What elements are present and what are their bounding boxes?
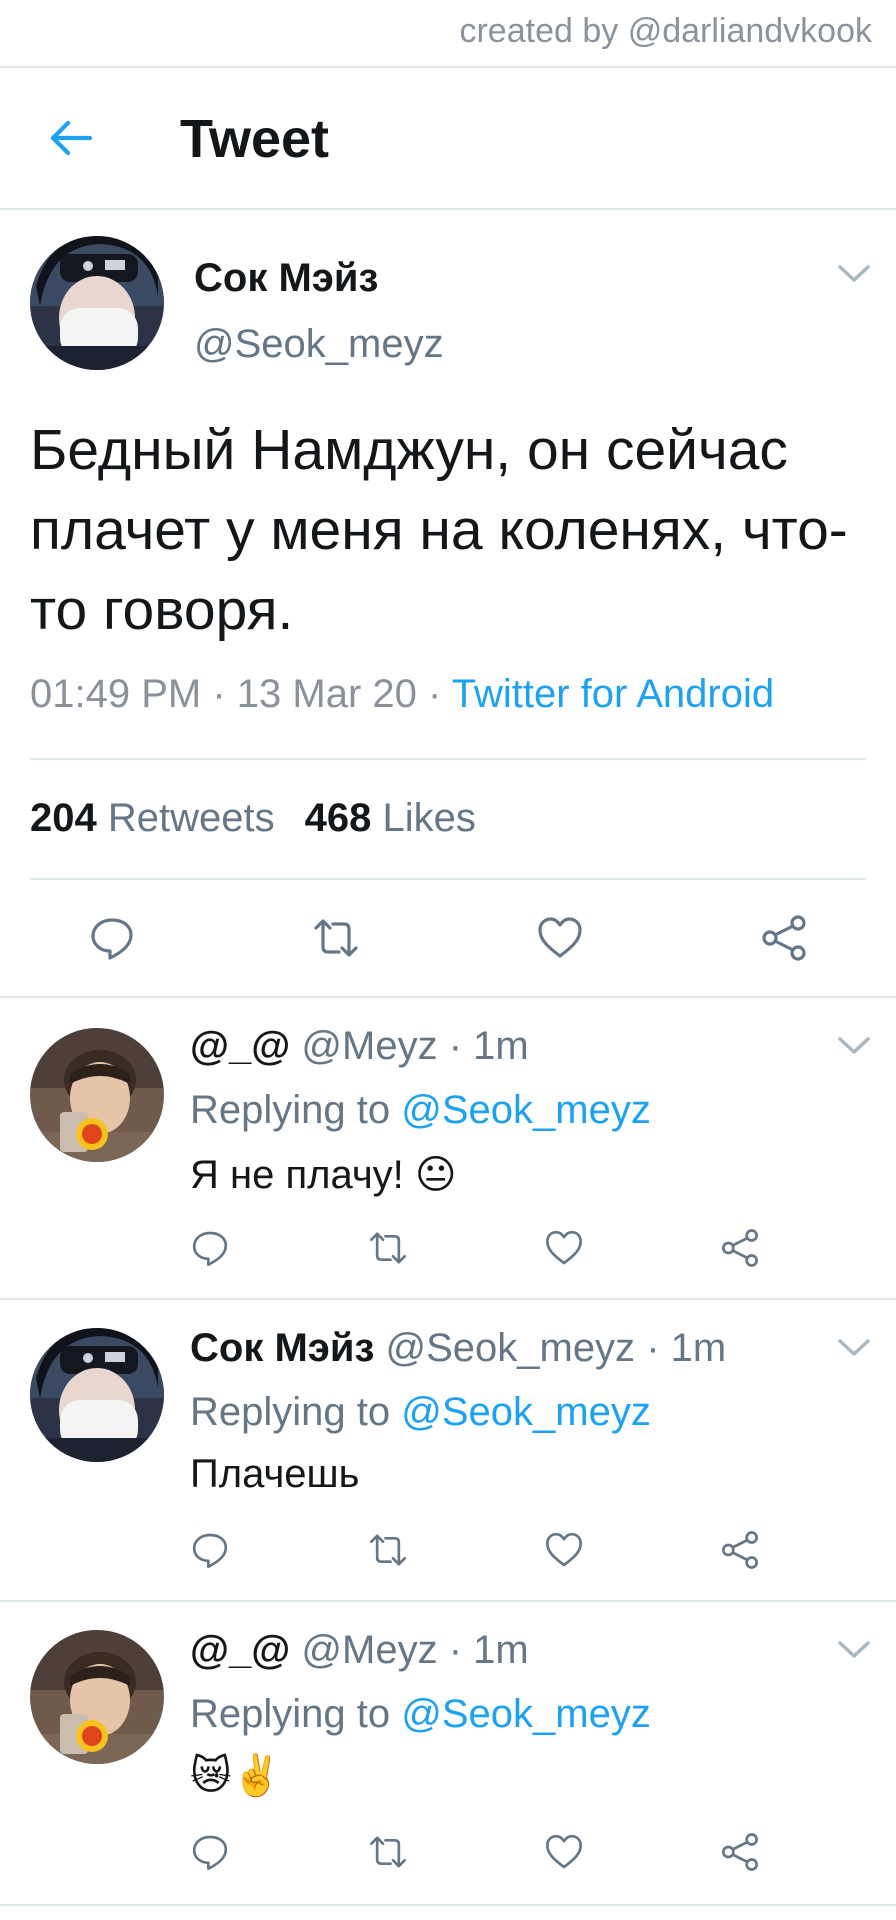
chevron-down-icon[interactable] — [836, 1336, 872, 1360]
heart-icon[interactable] — [536, 914, 584, 962]
retweets-label: Retweets — [107, 796, 275, 840]
author-name[interactable]: @_@ — [190, 1024, 290, 1068]
header: Tweet — [0, 68, 896, 210]
retweet-icon[interactable] — [366, 1832, 410, 1872]
reply-icon[interactable] — [190, 1530, 230, 1570]
tweet-source-link[interactable]: Twitter for Android — [452, 672, 774, 716]
author-handle[interactable]: @Meyz — [301, 1628, 437, 1672]
retweet-icon[interactable] — [366, 1530, 410, 1570]
page-title: Tweet — [180, 109, 330, 169]
divider — [0, 1904, 896, 1906]
reply-icon[interactable] — [190, 1832, 230, 1872]
reply-header: Сок Мэйз @Seok_meyz · 1m — [190, 1326, 726, 1371]
author-name[interactable]: Сок Мэйз — [190, 1326, 374, 1370]
chevron-down-icon[interactable] — [836, 1638, 872, 1662]
author-name[interactable]: Сок Мэйз — [194, 256, 378, 301]
heart-icon[interactable] — [544, 1832, 584, 1872]
avatar[interactable] — [30, 1630, 164, 1764]
meta-separator: · — [448, 1628, 474, 1672]
divider — [30, 878, 866, 880]
divider — [0, 1600, 896, 1602]
credit-bar: created by @darliandvkook — [0, 0, 896, 68]
arrow-left-icon[interactable] — [46, 113, 96, 163]
likes-stat[interactable]: 468 Likes — [305, 796, 476, 840]
author-handle[interactable]: @Seok_meyz — [385, 1326, 635, 1370]
heart-icon[interactable] — [544, 1228, 584, 1268]
tweet-time: 01:49 PM — [30, 672, 202, 716]
share-icon[interactable] — [760, 914, 808, 962]
share-icon[interactable] — [720, 1530, 760, 1570]
retweet-icon[interactable] — [366, 1228, 410, 1268]
replying-to: Replying to @Seok_meyz — [190, 1088, 651, 1133]
avatar[interactable] — [30, 1028, 164, 1162]
replying-to: Replying to @Seok_meyz — [190, 1692, 651, 1737]
reply-icon[interactable] — [88, 914, 136, 962]
reply-icon[interactable] — [190, 1228, 230, 1268]
replying-to-link[interactable]: @Seok_meyz — [401, 1692, 651, 1736]
tweet-date: 13 Mar 20 — [236, 672, 417, 716]
meta-separator: · — [428, 672, 452, 716]
replying-to-link[interactable]: @Seok_meyz — [401, 1390, 651, 1434]
author-handle[interactable]: @Meyz — [301, 1024, 437, 1068]
replying-to: Replying to @Seok_meyz — [190, 1390, 651, 1435]
avatar[interactable] — [30, 236, 164, 370]
reply-header: @_@ @Meyz · 1m — [190, 1628, 529, 1673]
replying-to-link[interactable]: @Seok_meyz — [401, 1088, 651, 1132]
retweets-stat[interactable]: 204 Retweets — [30, 796, 275, 840]
reply-text: Плачешь — [190, 1452, 360, 1496]
meta-separator: · — [448, 1024, 474, 1068]
tweet-meta: 01:49 PM · 13 Mar 20 · Twitter for Andro… — [30, 672, 774, 717]
tweet-text: Бедный Намджун, он сейчас плачет у меня … — [30, 418, 848, 642]
credit-text: created by @darliandvkook — [459, 12, 872, 50]
divider — [30, 758, 866, 760]
replying-label: Replying to — [190, 1088, 391, 1132]
share-icon[interactable] — [720, 1832, 760, 1872]
reply-text: 😿✌️ — [190, 1754, 282, 1798]
share-icon[interactable] — [720, 1228, 760, 1268]
chevron-down-icon[interactable] — [836, 262, 872, 286]
heart-icon[interactable] — [544, 1530, 584, 1570]
replying-label: Replying to — [190, 1692, 391, 1736]
meta-separator: · — [212, 672, 237, 716]
chevron-down-icon[interactable] — [836, 1034, 872, 1058]
reply-time: 1m — [473, 1024, 529, 1068]
retweets-count: 204 — [30, 796, 97, 840]
retweet-icon[interactable] — [310, 914, 362, 962]
reply-time: 1m — [473, 1628, 529, 1672]
reply-header: @_@ @Meyz · 1m — [190, 1024, 529, 1069]
author-name[interactable]: @_@ — [190, 1628, 290, 1672]
reply-time: 1m — [670, 1326, 727, 1370]
author-handle[interactable]: @Seok_meyz — [194, 322, 444, 367]
tweet-stats: 204 Retweets 468 Likes — [30, 796, 476, 841]
divider — [0, 996, 896, 998]
reply-text: Я не плачу! 😐 — [190, 1153, 457, 1197]
avatar[interactable] — [30, 1328, 164, 1462]
replying-label: Replying to — [190, 1390, 391, 1434]
likes-label: Likes — [382, 796, 476, 840]
meta-separator: · — [646, 1326, 671, 1370]
divider — [0, 1298, 896, 1300]
likes-count: 468 — [304, 796, 372, 840]
